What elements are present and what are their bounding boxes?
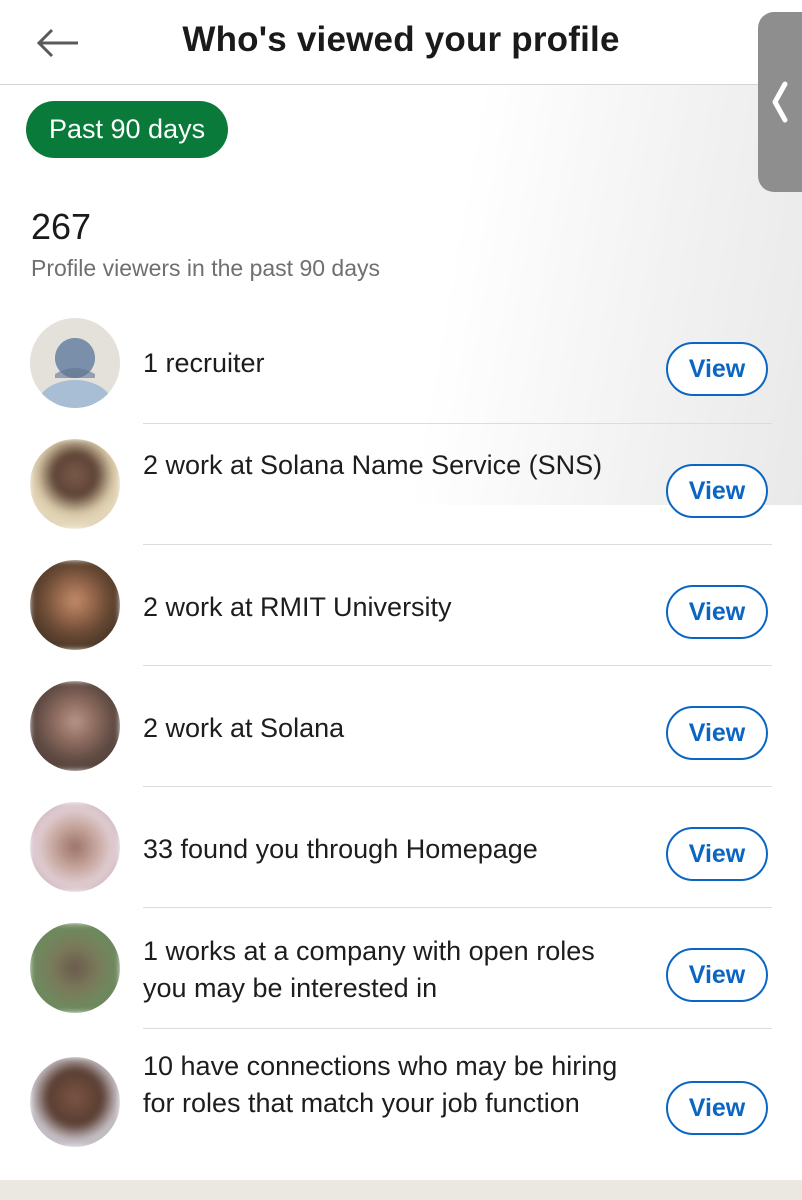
list-item[interactable]: 2 work at Solana Name Service (SNS) View — [0, 424, 802, 544]
list-item[interactable]: 1 works at a company with open roles you… — [0, 908, 802, 1028]
list-item-text: 1 recruiter — [143, 348, 265, 378]
blurred-photo — [30, 802, 120, 892]
viewer-count-subtitle: Profile viewers in the past 90 days — [31, 255, 381, 281]
view-button[interactable]: View — [666, 706, 768, 760]
list-item[interactable]: 2 work at RMIT University View — [0, 545, 802, 665]
list-item-text: 1 works at a company with open roles you… — [143, 936, 595, 1003]
filter-time-range-pill[interactable]: Past 90 days — [26, 101, 229, 158]
view-button[interactable]: View — [666, 948, 768, 1002]
viewer-count: 267 — [31, 206, 92, 247]
avatar — [30, 318, 120, 408]
page-title: Who's viewed your profile — [182, 20, 620, 59]
side-panel-handle[interactable] — [758, 12, 802, 192]
avatar — [30, 802, 120, 892]
default-person-icon — [37, 338, 113, 408]
blurred-photo — [30, 681, 120, 771]
chevron-left-icon — [772, 81, 788, 123]
list-item[interactable]: 1 recruiter View — [0, 318, 802, 423]
view-button[interactable]: View — [666, 1081, 768, 1135]
list-item[interactable]: 2 work at Solana View — [0, 666, 802, 786]
view-button[interactable]: View — [666, 827, 768, 881]
list-item-text: 2 work at Solana — [143, 713, 345, 743]
list-item-text: 33 found you through Homepage — [143, 834, 538, 864]
view-button[interactable]: View — [666, 585, 768, 639]
avatar — [30, 923, 120, 1013]
list-item-text: 10 have connections who may be hiring fo… — [143, 1051, 618, 1118]
top-bar: Who's viewed your profile — [0, 0, 802, 85]
bottom-edge — [0, 1180, 802, 1200]
avatar — [30, 439, 120, 529]
list-item-text: 2 work at Solana Name Service (SNS) — [143, 450, 603, 480]
avatar — [30, 681, 120, 771]
blurred-photo — [30, 1057, 120, 1147]
blurred-photo — [30, 560, 120, 650]
list-item-text: 2 work at RMIT University — [143, 592, 452, 622]
avatar — [30, 560, 120, 650]
view-button[interactable]: View — [666, 342, 768, 396]
list-item[interactable]: 10 have connections who may be hiring fo… — [0, 1029, 802, 1179]
blurred-photo — [30, 439, 120, 529]
list-item[interactable]: 33 found you through Homepage View — [0, 787, 802, 907]
blurred-photo — [30, 923, 120, 1013]
view-button[interactable]: View — [666, 464, 768, 518]
avatar — [30, 1057, 120, 1147]
